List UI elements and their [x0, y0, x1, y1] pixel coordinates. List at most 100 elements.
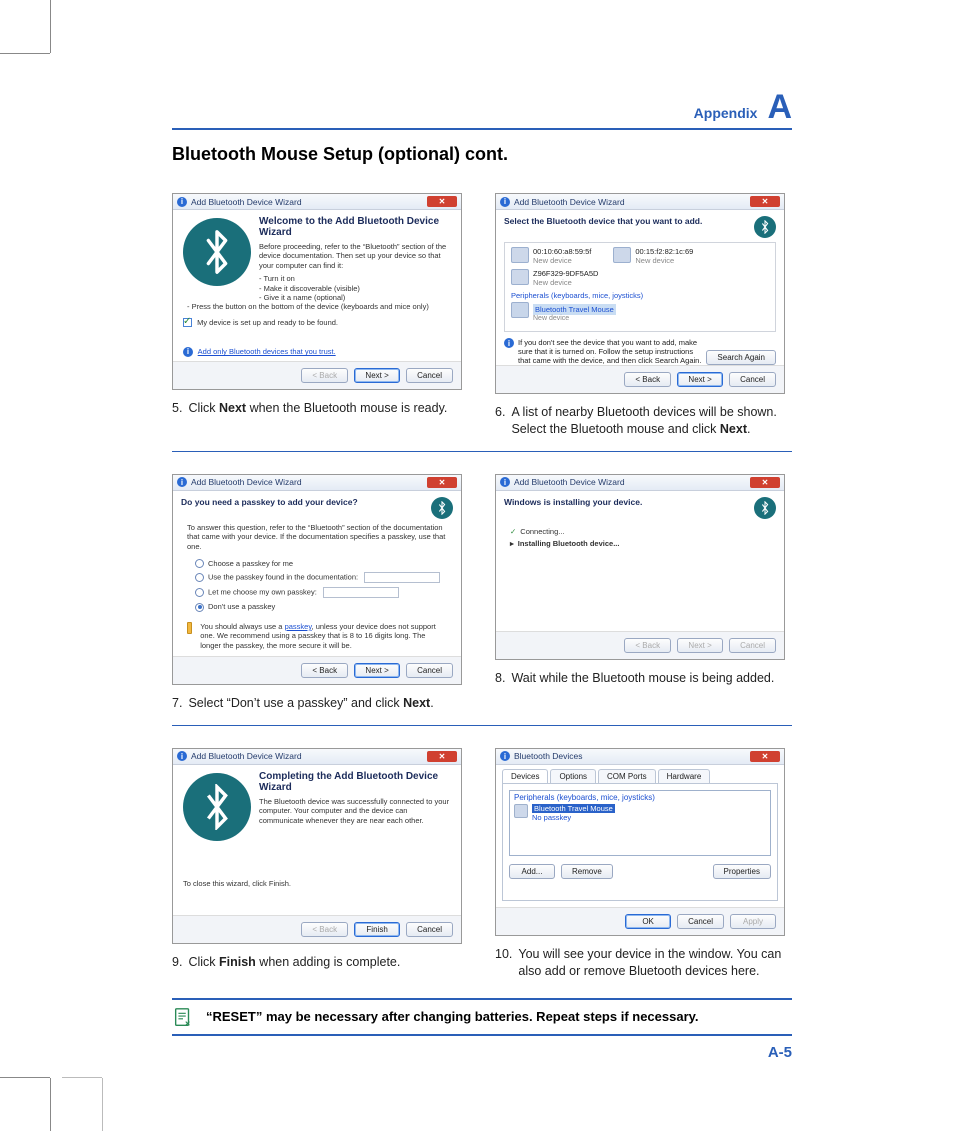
step-9: i Add Bluetooth Device Wizard ✕ Completi…	[172, 748, 469, 980]
trust-link[interactable]: Add only Bluetooth devices that you trus…	[198, 347, 336, 356]
appendix-label: Appendix	[694, 105, 758, 121]
wizard-heading: Select the Bluetooth device that you wan…	[504, 216, 702, 226]
device-icon	[613, 247, 631, 263]
bullet: Give it a name (optional)	[187, 293, 451, 302]
list-category: Peripherals (keyboards, mice, joysticks)	[514, 793, 766, 802]
bluetooth-icon	[431, 497, 453, 519]
info-icon: i	[500, 477, 510, 487]
list-item[interactable]: Bluetooth Travel Mouse No passkey	[514, 804, 766, 822]
reset-note: “RESET” may be necessary after changing …	[172, 998, 792, 1036]
wizard-dialog: i Add Bluetooth Device Wizard ✕ Select t…	[495, 193, 785, 394]
crop-mark	[0, 1077, 50, 1078]
dialog-title: Add Bluetooth Device Wizard	[514, 197, 746, 207]
page-content: Appendix A Bluetooth Mouse Setup (option…	[172, 90, 792, 1061]
checkbox-icon[interactable]	[183, 318, 192, 327]
tab-options[interactable]: Options	[550, 769, 596, 783]
step-caption: 10. You will see your device in the wind…	[495, 946, 792, 980]
next-button[interactable]: Next >	[677, 372, 723, 387]
info-icon: i	[177, 751, 187, 761]
radio-option[interactable]: Choose a passkey for me	[195, 559, 447, 569]
caption-number: 8.	[495, 670, 505, 687]
bullet: Make it discoverable (visible)	[187, 284, 451, 293]
note-text: “RESET” may be necessary after changing …	[206, 1009, 699, 1024]
next-button[interactable]: Next >	[354, 368, 400, 383]
close-icon[interactable]: ✕	[427, 751, 457, 762]
passkey-link[interactable]: passkey	[285, 622, 312, 631]
radio-option[interactable]: Let me choose my own passkey:	[195, 587, 447, 598]
close-icon[interactable]: ✕	[750, 751, 780, 762]
info-icon: i	[177, 477, 187, 487]
remove-button[interactable]: Remove	[561, 864, 613, 879]
step-caption: 5. Click Next when the Bluetooth mouse i…	[172, 400, 469, 417]
close-icon[interactable]: ✕	[750, 196, 780, 207]
back-button[interactable]: < Back	[624, 372, 671, 387]
device-list[interactable]: 00:10:60:a8:59:5fNew device 00:15:f2:82:…	[504, 242, 776, 332]
tab-hardware[interactable]: Hardware	[658, 769, 711, 783]
caption-number: 7.	[172, 695, 182, 712]
bluetooth-icon	[754, 497, 776, 519]
step-caption: 8. Wait while the Bluetooth mouse is bei…	[495, 670, 792, 687]
dialog-title: Add Bluetooth Device Wizard	[191, 197, 423, 207]
caption-number: 9.	[172, 954, 182, 971]
info-icon: i	[500, 197, 510, 207]
devices-dialog: i Bluetooth Devices ✕ Devices Options CO…	[495, 748, 785, 936]
ok-button[interactable]: OK	[625, 914, 671, 929]
shield-icon	[187, 622, 192, 634]
appendix-letter: A	[767, 90, 792, 124]
ready-checkbox-row[interactable]: My device is set up and ready to be foun…	[183, 318, 451, 328]
finish-button[interactable]: Finish	[354, 922, 400, 937]
close-icon[interactable]: ✕	[427, 477, 457, 488]
bluetooth-icon	[183, 773, 251, 841]
wizard-heading: Windows is installing your device.	[504, 497, 642, 507]
tab-devices[interactable]: Devices	[502, 769, 548, 783]
device-listbox[interactable]: Peripherals (keyboards, mice, joysticks)…	[509, 790, 771, 856]
mouse-icon	[511, 302, 529, 318]
search-again-button[interactable]: Search Again	[706, 350, 776, 365]
info-icon: i	[500, 751, 510, 761]
passkey-intro: To answer this question, refer to the “B…	[187, 523, 447, 551]
step-8: i Add Bluetooth Device Wizard ✕ Windows …	[495, 474, 792, 712]
radio-option-selected[interactable]: Don't use a passkey	[195, 602, 447, 612]
properties-button[interactable]: Properties	[713, 864, 771, 879]
crop-mark	[50, 0, 51, 53]
device-item[interactable]: 00:10:60:a8:59:5fNew device	[511, 247, 591, 265]
trust-hint: i Add only Bluetooth devices that you tr…	[183, 347, 451, 357]
step-7: i Add Bluetooth Device Wizard ✕ Do you n…	[172, 474, 469, 712]
crop-mark	[0, 53, 50, 54]
tab-bar: Devices Options COM Ports Hardware	[496, 765, 784, 783]
status-line: ✓Connecting...	[510, 527, 770, 536]
page-title: Bluetooth Mouse Setup (optional) cont.	[172, 144, 792, 165]
info-icon: i	[504, 338, 514, 348]
note-icon	[172, 1006, 194, 1028]
next-button[interactable]: Next >	[354, 663, 400, 678]
caption-number: 5.	[172, 400, 182, 417]
cancel-button[interactable]: Cancel	[406, 663, 453, 678]
tab-com-ports[interactable]: COM Ports	[598, 769, 656, 783]
device-item[interactable]: Z96F329-9DF5A5DNew device	[511, 269, 769, 287]
cancel-button: Cancel	[729, 638, 776, 653]
mouse-icon	[514, 804, 528, 818]
device-item-selected[interactable]: Bluetooth Travel MouseNew device	[511, 302, 769, 322]
info-icon: i	[177, 197, 187, 207]
back-button: < Back	[301, 922, 348, 937]
dialog-title: Add Bluetooth Device Wizard	[514, 477, 746, 487]
passkey-input[interactable]	[323, 587, 399, 598]
cancel-button[interactable]: Cancel	[406, 922, 453, 937]
cancel-button[interactable]: Cancel	[677, 914, 724, 929]
step-caption: 9. Click Finish when adding is complete.	[172, 954, 469, 971]
passkey-input[interactable]	[364, 572, 440, 583]
separator	[172, 451, 792, 452]
wizard-dialog: i Add Bluetooth Device Wizard ✕ Welcome …	[172, 193, 462, 390]
close-icon[interactable]: ✕	[427, 196, 457, 207]
device-item[interactable]: 00:15:f2:82:1c:69New device	[613, 247, 693, 265]
close-icon[interactable]: ✕	[750, 477, 780, 488]
bluetooth-icon	[754, 216, 776, 238]
back-button[interactable]: < Back	[301, 663, 348, 678]
bullet: Press the button on the bottom of the de…	[187, 302, 451, 311]
radio-option[interactable]: Use the passkey found in the documentati…	[195, 572, 447, 583]
cancel-button[interactable]: Cancel	[406, 368, 453, 383]
hint-text: If you don't see the device that you wan…	[518, 338, 702, 365]
add-button[interactable]: Add...	[509, 864, 555, 879]
cancel-button[interactable]: Cancel	[729, 372, 776, 387]
page-number: A-5	[172, 1044, 792, 1061]
